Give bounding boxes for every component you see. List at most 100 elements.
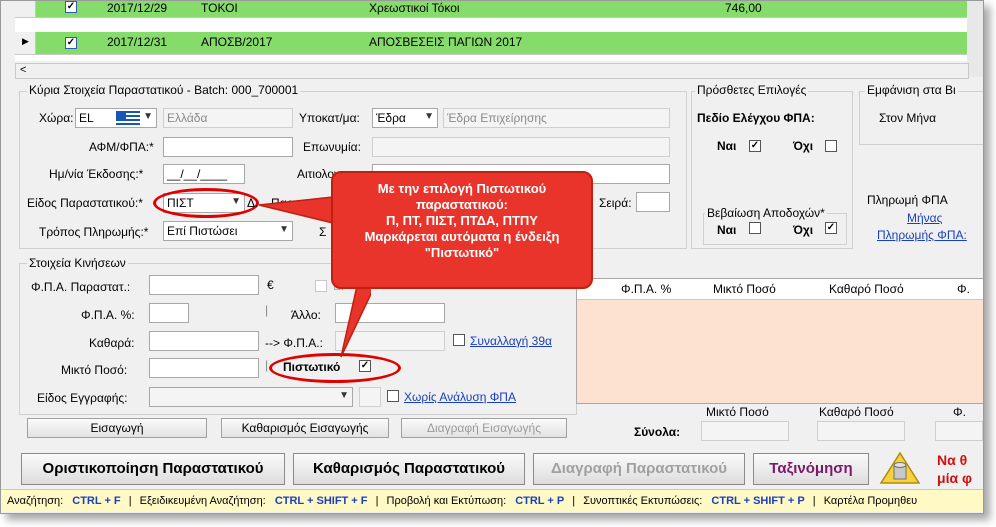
insert-button[interactable]: Εισαγωγή	[27, 418, 207, 438]
row-code: ΑΠΟΣΒ/2017	[201, 35, 273, 49]
clear-insert-button[interactable]: Καθαρισμός Εισαγωγής	[221, 418, 389, 438]
doctype-label: Είδος Παραστατικού:*	[27, 196, 143, 210]
column-header: Καθαρό Ποσό	[829, 282, 904, 296]
records-grid: 2017/12/29 ΤΟΚΟΙ Χρεωστικοί Τόκοι 746,00…	[15, 1, 983, 61]
transaction-39a-link[interactable]: Συναλλαγή 39α	[470, 334, 552, 348]
no-vat-analysis-link[interactable]: Χωρίς Ανάλυση ΦΠΑ	[404, 390, 516, 404]
row-code: ΤΟΚΟΙ	[201, 1, 238, 15]
column-header: Φ.	[957, 282, 970, 296]
branch-label: Υποκατ/μα:	[299, 111, 360, 125]
transaction-39a-checkbox[interactable]	[453, 334, 465, 346]
vat-check-yes-checkbox[interactable]	[749, 140, 761, 152]
shortcut-label: Αναζήτηση:	[7, 495, 64, 507]
row-header[interactable]	[15, 1, 36, 17]
grid-horizontal-scrollbar[interactable]: <	[15, 63, 969, 79]
clear-document-button[interactable]: Καθαρισμός Παραστατικού	[293, 453, 525, 485]
name-label: Επωνυμία:	[303, 140, 361, 154]
callout-line: παραστατικού:	[415, 197, 508, 212]
company-name-field	[372, 137, 670, 157]
column-header: Φ.Π.Α. %	[621, 282, 672, 296]
no-vat-analysis-checkbox[interactable]	[387, 390, 399, 402]
vat-pct-field[interactable]	[149, 303, 189, 323]
afm-field[interactable]	[163, 137, 293, 157]
callout-line: "Πιστωτικό"	[424, 245, 500, 260]
extra-options-title: Πρόσθετες Επιλογές	[695, 83, 809, 97]
country-name-field: Ελλάδα	[163, 108, 293, 128]
row-date: 2017/12/29	[107, 1, 168, 15]
totals-label: Σύνολα:	[634, 425, 681, 439]
finalize-button[interactable]: Οριστικοποίηση Παραστατικού	[21, 453, 285, 485]
payment-value: Επί Πιστώσει	[167, 224, 238, 238]
table-row[interactable]: 2017/12/29 ΤΟΚΟΙ Χρεωστικοί Τόκοι 746,00	[15, 1, 983, 18]
display-value: Στον Μήνα	[879, 111, 937, 125]
entry-type-select[interactable]: ▼	[149, 387, 353, 407]
table-row[interactable]: ▶ 2017/12/31 ΑΠΟΣΒ/2017 ΑΠΟΣΒΕΣΕΙΣ ΠΑΓΙΩ…	[15, 32, 983, 55]
current-row-arrow-icon: ▶	[22, 36, 29, 46]
sort-button[interactable]: Ταξινόμηση	[753, 453, 869, 485]
column-header: Μικτό Ποσό	[713, 282, 776, 296]
vat-table-header: Φ.Π.Α. % Μικτό Ποσό Καθαρό Ποσό Φ.	[577, 279, 983, 300]
greek-flag-icon	[116, 111, 140, 125]
entry-type-extra	[359, 387, 381, 407]
withholding-no-checkbox[interactable]	[825, 222, 837, 234]
branch-value: Έδρα	[376, 111, 406, 125]
window: 2017/12/29 ΤΟΚΟΙ Χρεωστικοί Τόκοι 746,00…	[0, 0, 984, 514]
delete-insert-button[interactable]: Διαγραφή Εισαγωγής	[401, 418, 567, 438]
scroll-left-icon[interactable]: <	[20, 64, 26, 76]
afm-label: ΑΦΜ/ΦΠΑ:*	[89, 140, 154, 154]
main-info-title: Κύρια Στοιχεία Παραστατικού - Batch: 000…	[27, 83, 301, 97]
shortcut-key: CTRL + F	[72, 495, 121, 507]
withholding-no-label: Όχι	[793, 223, 814, 237]
shortcuts-bar: Αναζήτηση: CTRL + F | Εξειδικευμένη Αναζ…	[1, 489, 983, 512]
vat-doc-field[interactable]	[149, 275, 259, 295]
callout-line: Με την επιλογή Πιστωτικού	[377, 181, 547, 196]
vat-check-no-label: Όχι	[793, 139, 814, 153]
delete-document-button[interactable]: Διαγραφή Παραστατικού	[533, 453, 745, 485]
gross-label: Μικτό Ποσό:	[61, 363, 128, 377]
vat-payment-title: Πληρωμή ΦΠΑ	[867, 193, 948, 207]
shortcut-separator: |	[375, 495, 379, 507]
branch-select[interactable]: Έδρα ▼	[372, 108, 438, 128]
shortcut-label: Εξειδικευμένη Αναζήτηση:	[139, 495, 266, 507]
shortcut-key: CTRL + SHIFT + P	[711, 495, 805, 507]
callout-note: Με την επιλογή Πιστωτικού παραστατικού: …	[331, 171, 593, 289]
issue-date-field[interactable]: __/__/____	[163, 164, 245, 184]
warning-icon	[879, 451, 921, 485]
movements-title: Στοιχεία Κινήσεων	[27, 256, 128, 270]
series-field[interactable]	[636, 192, 670, 212]
withholding-yes-label: Ναι	[717, 223, 737, 237]
row-checkbox[interactable]	[65, 37, 77, 49]
vat-doc-label: Φ.Π.Α. Παραστατ.:	[31, 280, 131, 294]
totals-vat-header: Φ.	[953, 405, 966, 419]
gross-field[interactable]	[149, 358, 259, 378]
row-header[interactable]: ▶	[15, 32, 36, 54]
shortcut-label: Καρτέλα Προμηθευ	[823, 495, 918, 507]
vat-check-no-checkbox[interactable]	[825, 140, 837, 152]
withholding-yes-checkbox[interactable]	[749, 222, 761, 234]
branch-name-field: Έδρα Επιχείρησης	[443, 108, 670, 128]
row-amount: 746,00	[725, 1, 762, 15]
totals-net-field	[817, 421, 905, 441]
totals-vat-field	[935, 421, 983, 441]
chevron-down-icon: ▼	[339, 390, 349, 401]
totals-gross-header: Μικτό Ποσό	[706, 405, 769, 419]
chevron-down-icon: ▼	[424, 111, 434, 122]
row-date: 2017/12/31	[107, 35, 168, 49]
totals-gross-field	[701, 421, 789, 441]
shortcut-separator: |	[572, 495, 576, 507]
vat-payment-link[interactable]: Πληρωμής ΦΠΑ:	[877, 228, 967, 242]
vat-month-link[interactable]: Μήνας	[907, 211, 942, 225]
country-label: Χώρα:	[39, 111, 74, 125]
callout-line: Μαρκάρεται αυτόματα η ένδειξη	[364, 229, 560, 244]
country-select[interactable]: EL ▼	[75, 108, 157, 128]
row-description: ΑΠΟΣΒΕΣΕΙΣ ΠΑΓΙΩΝ 2017	[369, 35, 523, 49]
shortcut-key: CTRL + SHIFT + F	[274, 495, 368, 507]
row-checkbox[interactable]	[65, 1, 77, 13]
shortcut-label: Συνοπτικές Εκτυπώσεις:	[583, 495, 703, 507]
vat-check-yes-label: Ναι	[717, 139, 737, 153]
net-field[interactable]	[149, 331, 259, 351]
issue-date-label: Ημ/νία Έκδοσης:*	[49, 167, 144, 181]
grid-vertical-scrollbar[interactable]	[967, 1, 983, 77]
shortcut-key: CTRL + P	[515, 495, 565, 507]
doctype-highlight-oval	[153, 188, 259, 218]
